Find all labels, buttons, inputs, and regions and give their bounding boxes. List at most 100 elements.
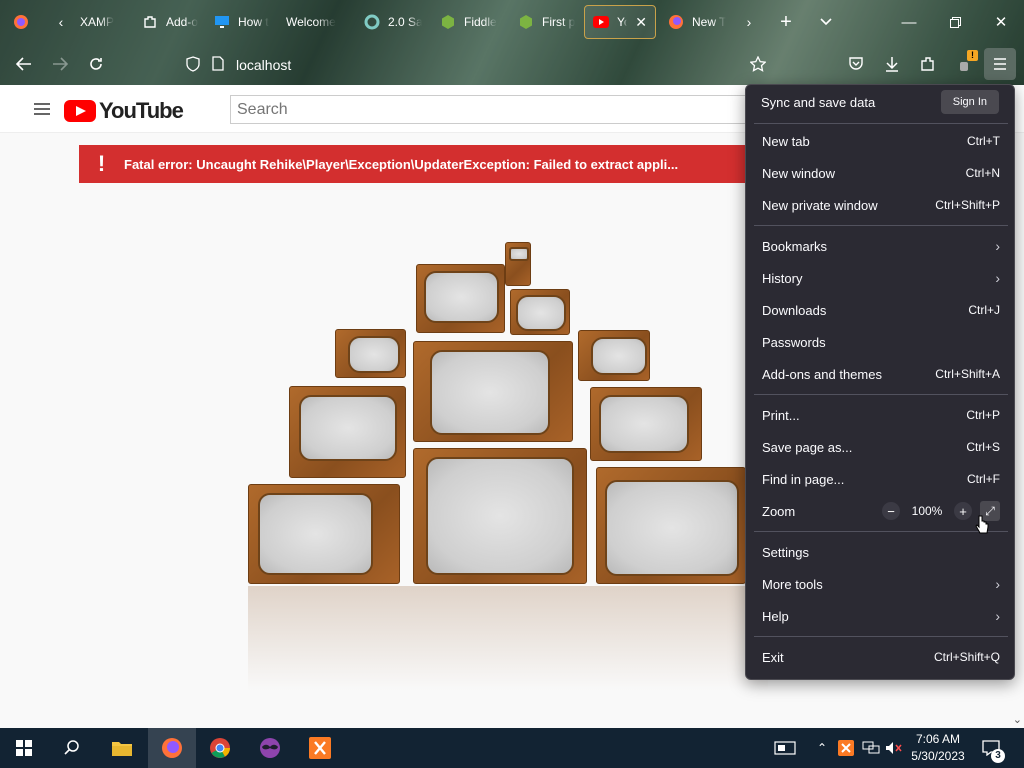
tab-fiddle[interactable]: Fiddle	[432, 5, 508, 39]
tv-illustration	[505, 242, 531, 286]
menu-item-label: History	[762, 270, 803, 286]
show-hidden-icons-icon[interactable]: ⌃	[817, 728, 827, 768]
menu-item-more-tools[interactable]: More tools ›	[754, 568, 1008, 600]
action-center-icon[interactable]: 3	[982, 728, 1005, 768]
tv-illustration	[248, 484, 400, 584]
zoom-level[interactable]: 100%	[908, 504, 946, 518]
menu-item-label: More tools	[762, 576, 823, 592]
scroll-tabs-right-icon[interactable]: ›	[738, 0, 760, 44]
volume-muted-icon[interactable]	[885, 728, 903, 768]
extensions-icon[interactable]	[912, 48, 944, 80]
menu-item-shortcut: Ctrl+S	[966, 440, 1000, 454]
restore-button[interactable]	[932, 0, 978, 44]
menu-item-downloads[interactable]: Downloads Ctrl+J	[754, 294, 1008, 326]
tab-xampp[interactable]: XAMP	[72, 5, 134, 39]
system-clock[interactable]: 7:06 AM 5/30/2023	[905, 731, 971, 765]
menu-item-label: New window	[762, 165, 835, 181]
network-icon[interactable]	[862, 728, 880, 768]
extension-warning-icon[interactable]: !	[948, 48, 980, 80]
shield-icon[interactable]	[186, 55, 200, 75]
tab-new[interactable]: New T	[660, 5, 736, 39]
search-input[interactable]	[230, 95, 770, 124]
menu-item-new-window[interactable]: New window Ctrl+N	[754, 157, 1008, 189]
tab-strip: ‹ XAMP Add-o How t Welcome 2.0 Sa Fiddle…	[0, 0, 1024, 44]
chevron-right-icon: ›	[995, 608, 1000, 624]
guide-menu-icon[interactable]	[34, 103, 50, 118]
app-menu-hamburger-icon[interactable]	[984, 48, 1016, 80]
menu-item-label: New private window	[762, 197, 878, 213]
menu-item-new-private-window[interactable]: New private window Ctrl+Shift+P	[754, 189, 1008, 221]
tab-welcome[interactable]: Welcome	[278, 5, 356, 39]
scroll-tabs-left-icon[interactable]: ‹	[50, 0, 72, 44]
xampp-taskbar-icon[interactable]	[296, 728, 344, 768]
sign-in-button[interactable]: Sign In	[940, 90, 999, 114]
tv-illustration	[416, 264, 505, 333]
firefox-taskbar-icon[interactable]	[148, 728, 196, 768]
firefox-icon	[668, 14, 684, 30]
menu-separator	[754, 394, 1008, 395]
windows-start-icon[interactable]	[0, 728, 48, 768]
fatal-error-banner: ! Fatal error: Uncaught Rehike\Player\Ex…	[79, 145, 759, 183]
minimize-button[interactable]: —	[886, 0, 932, 44]
menu-item-label: Save page as...	[762, 439, 853, 455]
menu-item-label: Passwords	[762, 334, 826, 350]
scroll-down-arrow-icon[interactable]: ⌄	[1013, 713, 1022, 726]
menu-item-new-tab[interactable]: New tab Ctrl+T	[754, 125, 1008, 157]
task-view-icon[interactable]	[774, 728, 796, 768]
menu-item-shortcut: Ctrl+N	[965, 166, 1000, 180]
menu-item-label: Settings	[762, 544, 809, 560]
menu-item-label: Exit	[762, 649, 784, 665]
menu-item-print[interactable]: Print... Ctrl+P	[754, 399, 1008, 431]
url-bar[interactable]: localhost	[180, 50, 780, 80]
menu-item-shortcut: Ctrl+P	[966, 408, 1000, 422]
menu-item-history[interactable]: History ›	[754, 262, 1008, 294]
menu-item-help[interactable]: Help ›	[754, 600, 1008, 632]
menu-item-settings[interactable]: Settings	[754, 536, 1008, 568]
warning-badge: !	[967, 50, 978, 61]
tab-how[interactable]: How t	[206, 5, 278, 39]
tab-addons[interactable]: Add-o	[134, 5, 206, 39]
menu-item-save-page[interactable]: Save page as... Ctrl+S	[754, 431, 1008, 463]
tab-first[interactable]: First p	[510, 5, 584, 39]
bookmark-star-icon[interactable]	[742, 48, 774, 80]
forward-arrow-icon[interactable]	[44, 48, 76, 80]
menu-item-bookmarks[interactable]: Bookmarks ›	[754, 230, 1008, 262]
private-browsing-icon[interactable]	[246, 728, 294, 768]
tv-illustration	[335, 329, 406, 378]
menu-item-passwords[interactable]: Passwords	[754, 326, 1008, 358]
circle-icon	[364, 14, 380, 30]
clock-date: 5/30/2023	[911, 749, 965, 763]
menu-item-find-in-page[interactable]: Find in page... Ctrl+F	[754, 463, 1008, 495]
sync-header: Sync and save data Sign In	[746, 85, 1014, 119]
error-message: Fatal error: Uncaught Rehike\Player\Exce…	[124, 156, 679, 172]
pocket-icon[interactable]	[840, 48, 872, 80]
chevron-right-icon: ›	[995, 270, 1000, 286]
tab-2-0-sa[interactable]: 2.0 Sa	[356, 5, 430, 39]
menu-item-shortcut: Ctrl+J	[968, 303, 1000, 317]
page-info-icon[interactable]	[212, 56, 224, 74]
windows-taskbar: ⌃ 7:06 AM 5/30/2023 3	[0, 728, 1024, 768]
menu-item-addons-themes[interactable]: Add-ons and themes Ctrl+Shift+A	[754, 358, 1008, 390]
tab-youtube-active[interactable]: Yo ✕	[584, 5, 656, 39]
tv-illustration	[596, 467, 746, 584]
tab-title: Welcome	[286, 15, 336, 29]
file-explorer-icon[interactable]	[98, 728, 146, 768]
menu-item-exit[interactable]: Exit Ctrl+Shift+Q	[754, 641, 1008, 673]
back-arrow-icon[interactable]	[8, 48, 40, 80]
chrome-taskbar-icon[interactable]	[196, 728, 244, 768]
xampp-tray-icon[interactable]	[838, 728, 854, 768]
zoom-out-button[interactable]: −	[882, 502, 900, 520]
reload-icon[interactable]	[80, 48, 112, 80]
url-text[interactable]: localhost	[236, 57, 291, 73]
list-all-tabs-icon[interactable]	[812, 0, 840, 44]
close-tab-icon[interactable]: ✕	[635, 14, 647, 31]
close-window-button[interactable]: ✕	[978, 0, 1024, 44]
youtube-logo[interactable]: YouTube	[64, 98, 184, 124]
search-icon[interactable]	[48, 728, 96, 768]
menu-item-label: New tab	[762, 133, 810, 149]
zoom-in-button[interactable]: +	[954, 502, 972, 520]
downloads-icon[interactable]	[876, 48, 908, 80]
firefox-view-icon[interactable]	[8, 0, 34, 44]
new-tab-plus-icon[interactable]: +	[772, 0, 800, 44]
notification-count-badge: 3	[991, 749, 1005, 763]
